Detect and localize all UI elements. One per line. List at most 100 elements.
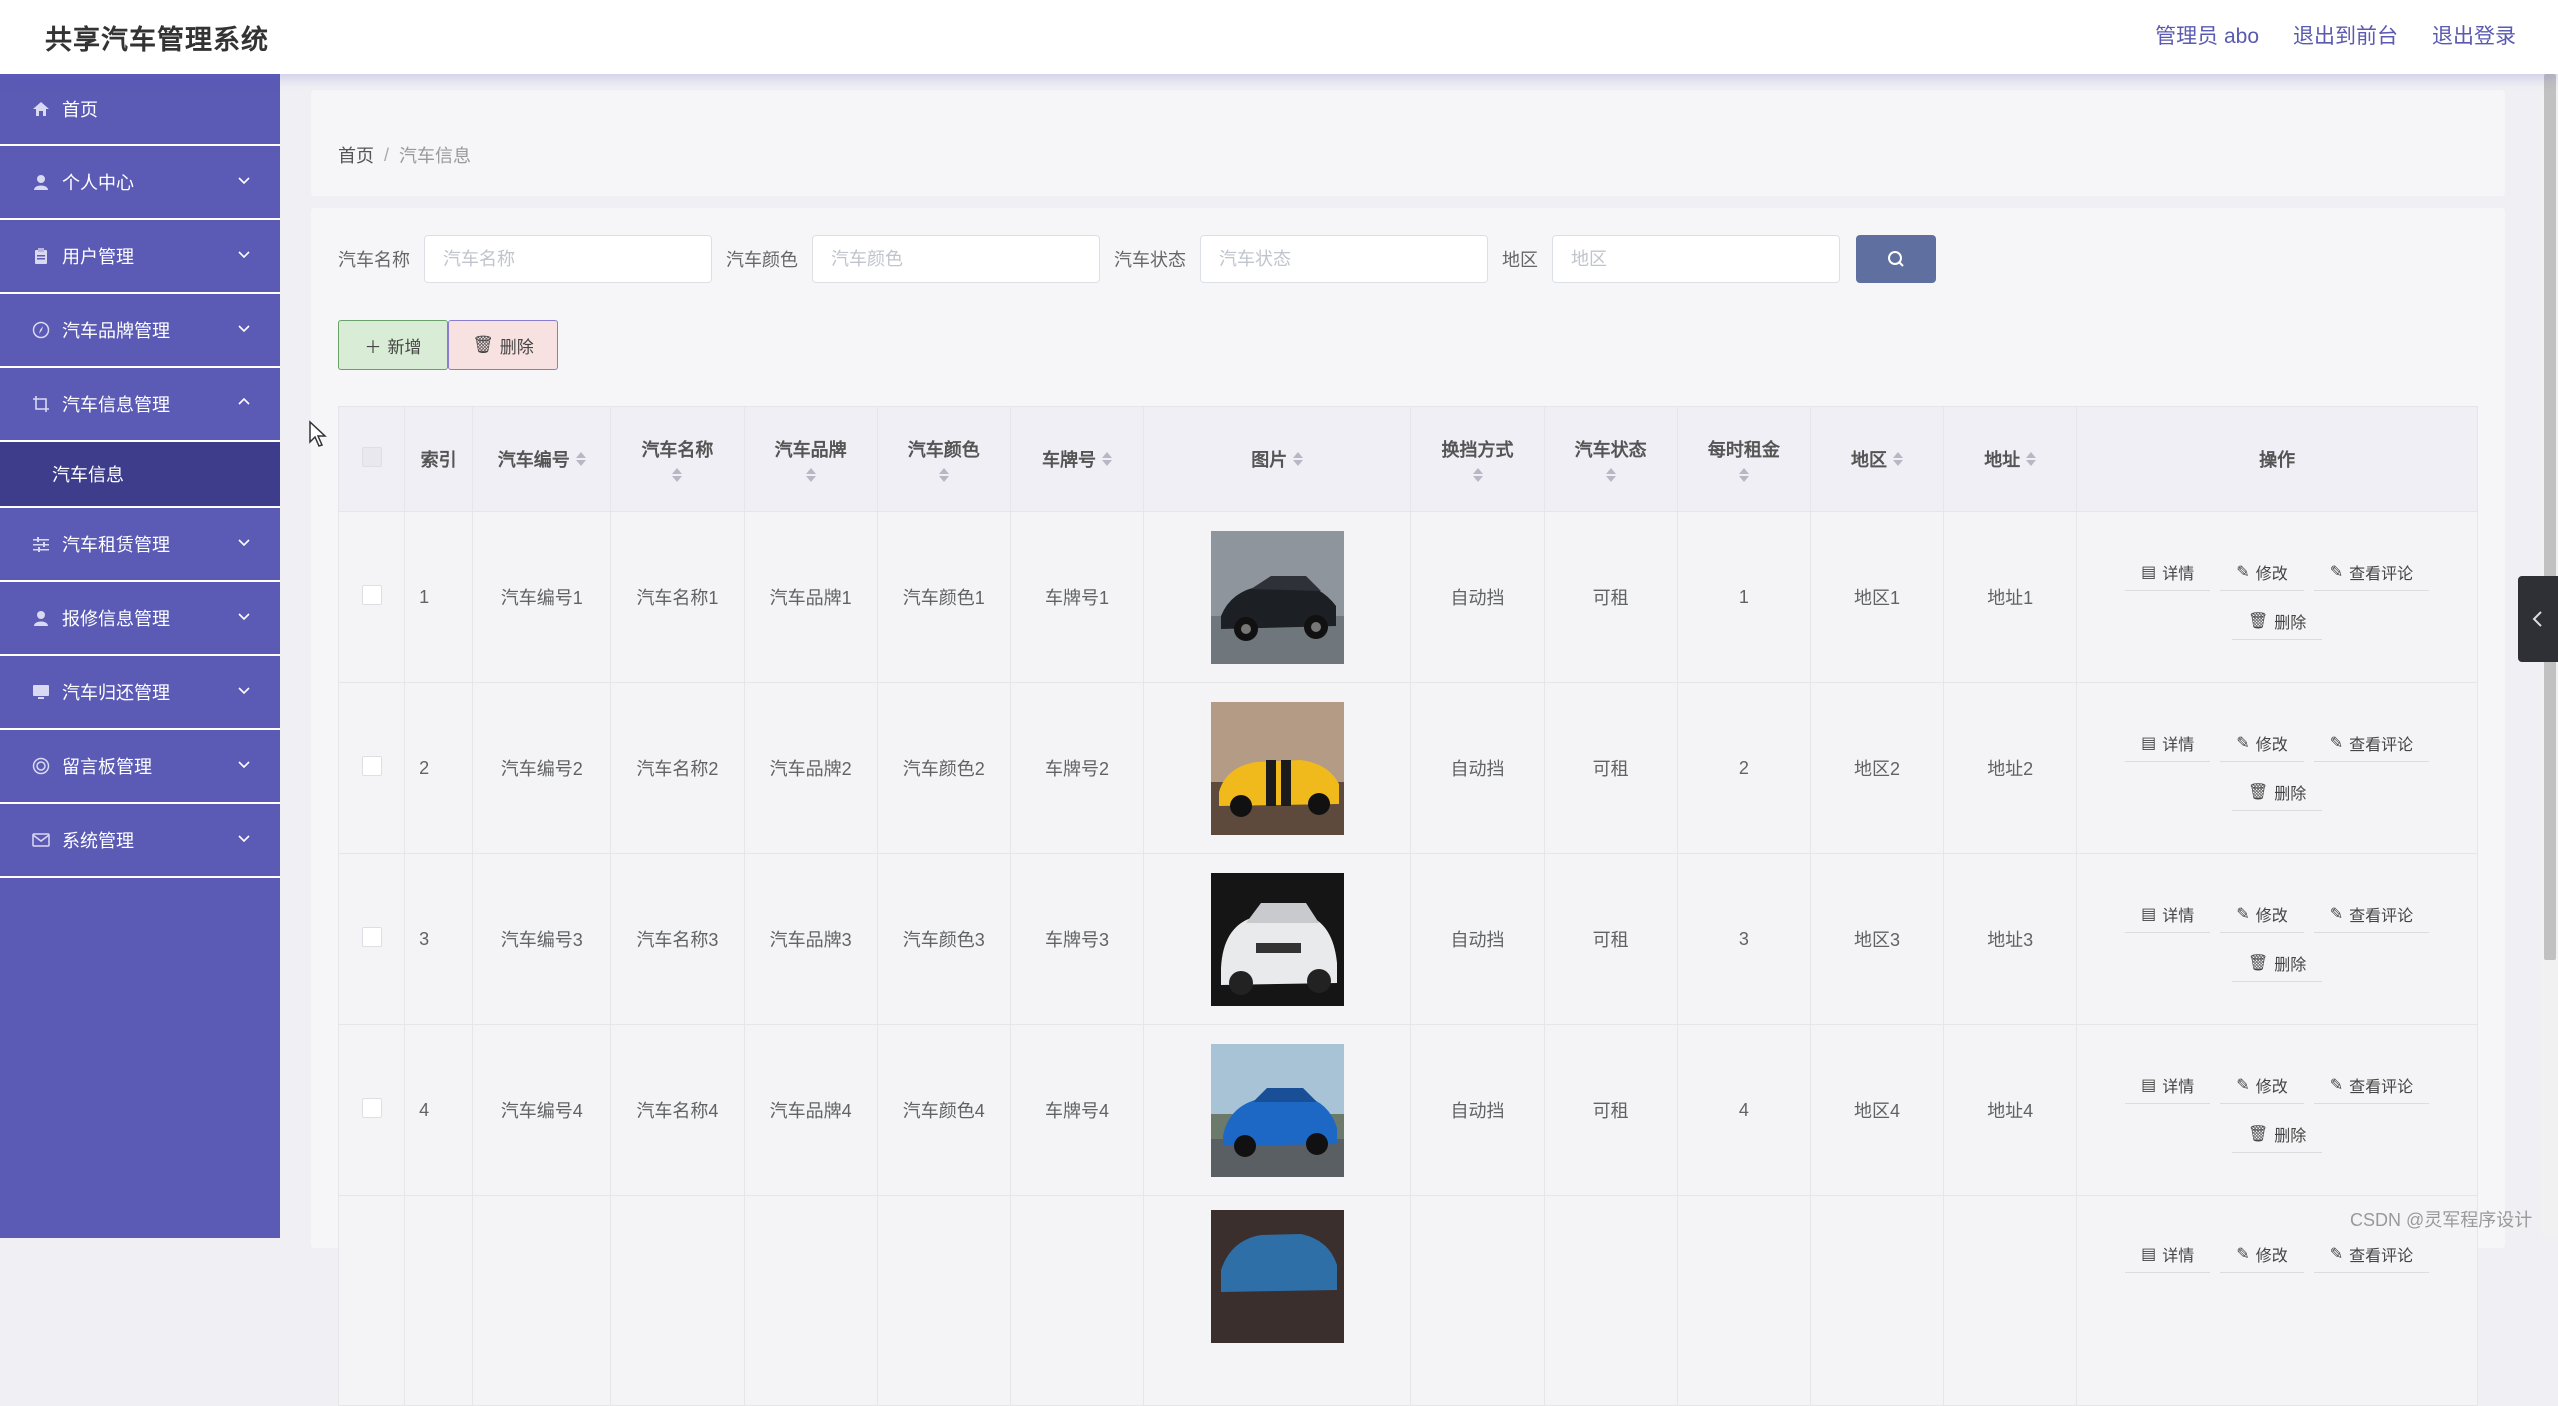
user-icon xyxy=(30,171,52,193)
sidebar-item-label: 系统管理 xyxy=(62,831,134,851)
cell-address: 地址1 xyxy=(1943,511,2078,683)
cell-rent: 3 xyxy=(1676,853,1811,1025)
header-label: 汽车状态 xyxy=(1574,440,1647,460)
search-button[interactable] xyxy=(1856,235,1936,283)
row-checkbox-cell xyxy=(337,511,406,683)
sort-icon[interactable] xyxy=(1738,468,1749,482)
content-card: 汽车名称 汽车颜色 汽车状态 地区 ＋ 新增 🗑 删除 xyxy=(311,208,2505,1406)
cell-plate: 车牌号3 xyxy=(1009,853,1145,1025)
sidebar-item-message-board[interactable]: 留言板管理 xyxy=(0,730,280,804)
sort-icon[interactable] xyxy=(575,452,586,466)
view-comments-button[interactable]: ✎ 查看评论 xyxy=(2313,896,2430,933)
logout-link[interactable]: 退出登录 xyxy=(2432,20,2516,50)
sidebar-item-repair-management[interactable]: 报修信息管理 xyxy=(0,582,280,656)
edit-button[interactable]: ✎ 修改 xyxy=(2220,1236,2304,1273)
header-brand[interactable]: 汽车品牌 xyxy=(743,406,878,512)
sidebar-item-personal-center[interactable]: 个人中心 xyxy=(0,146,280,220)
row-delete-button[interactable]: 🗑 删除 xyxy=(2231,603,2323,640)
view-comments-button[interactable]: ✎ 查看评论 xyxy=(2313,1067,2430,1104)
edit-button[interactable]: ✎ 修改 xyxy=(2220,1067,2304,1104)
sort-icon[interactable] xyxy=(672,468,683,482)
op-label: 修改 xyxy=(2255,908,2288,925)
sort-icon[interactable] xyxy=(1293,452,1304,466)
view-comments-button[interactable]: ✎ 查看评论 xyxy=(2313,554,2430,591)
row-checkbox-cell xyxy=(337,1024,406,1196)
sort-icon[interactable] xyxy=(1605,468,1616,482)
header-region[interactable]: 地区 xyxy=(1809,406,1945,512)
batch-delete-button[interactable]: 🗑 删除 xyxy=(448,320,558,370)
exit-to-frontend-link[interactable]: 退出到前台 xyxy=(2293,20,2398,50)
row-checkbox[interactable] xyxy=(361,1097,382,1118)
sort-icon[interactable] xyxy=(1472,468,1483,482)
header-plate[interactable]: 车牌号 xyxy=(1009,406,1145,512)
car-status-input[interactable] xyxy=(1200,235,1488,283)
sidebar-item-brand-management[interactable]: 汽车品牌管理 xyxy=(0,294,280,368)
op-label: 删除 xyxy=(2274,957,2307,974)
header-car-name[interactable]: 汽车名称 xyxy=(610,406,745,512)
sidebar-item-car-info-management[interactable]: 汽车信息管理 xyxy=(0,368,280,442)
sidebar-item-system-management[interactable]: 系统管理 xyxy=(0,804,280,878)
header-color[interactable]: 汽车颜色 xyxy=(876,406,1011,512)
row-checkbox[interactable] xyxy=(361,584,382,605)
row-checkbox[interactable] xyxy=(361,755,382,776)
row-delete-button[interactable]: 🗑 删除 xyxy=(2231,1116,2323,1153)
edit-icon: ✎ xyxy=(2236,1246,2250,1263)
edit-button[interactable]: ✎ 修改 xyxy=(2220,725,2304,762)
view-comments-button[interactable]: ✎ 查看评论 xyxy=(2313,725,2430,762)
detail-button[interactable]: ▤ 详情 xyxy=(2125,896,2211,933)
row-delete-button[interactable]: 🗑 删除 xyxy=(2231,945,2323,982)
region-input[interactable] xyxy=(1552,235,1840,283)
row-checkbox[interactable] xyxy=(361,926,382,947)
cell-status: 可租 xyxy=(1543,682,1678,854)
add-button[interactable]: ＋ 新增 xyxy=(338,320,448,370)
select-all-checkbox[interactable] xyxy=(361,446,382,467)
search-label-car-color: 汽车颜色 xyxy=(726,250,798,270)
header-status[interactable]: 汽车状态 xyxy=(1543,406,1678,512)
edit-button[interactable]: ✎ 修改 xyxy=(2220,554,2304,591)
cell-color xyxy=(876,1195,1011,1406)
header-address[interactable]: 地址 xyxy=(1943,406,2078,512)
view-comments-button[interactable]: ✎ 查看评论 xyxy=(2313,1236,2430,1273)
op-label: 删除 xyxy=(2274,615,2307,632)
sort-icon[interactable] xyxy=(938,468,949,482)
submenu-item-car-info[interactable]: 汽车信息 xyxy=(0,442,280,508)
scrollbar-thumb[interactable] xyxy=(2544,74,2556,960)
detail-button[interactable]: ▤ 详情 xyxy=(2125,1067,2211,1104)
op-label: 详情 xyxy=(2162,1079,2195,1096)
breadcrumb-home[interactable]: 首页 xyxy=(338,142,374,168)
table-header-row: 索引 汽车编号 汽车名称 汽车品牌 汽车颜色 车牌号 图片 换挡方式 汽车状态 … xyxy=(337,406,2478,512)
cell-address xyxy=(1943,1195,2078,1406)
header-transmission[interactable]: 换挡方式 xyxy=(1410,406,1545,512)
row-delete-button[interactable]: 🗑 删除 xyxy=(2231,774,2323,811)
cell-brand: 汽车品牌1 xyxy=(743,511,878,683)
edit-button[interactable]: ✎ 修改 xyxy=(2220,896,2304,933)
watermark: CSDN @灵军程序设计 xyxy=(2350,1210,2533,1230)
sidebar-item-home[interactable]: 首页 xyxy=(0,74,280,146)
sort-icon[interactable] xyxy=(1893,452,1904,466)
header-car-no[interactable]: 汽车编号 xyxy=(472,406,612,512)
sidebar-item-rental-management[interactable]: 汽车租赁管理 xyxy=(0,508,280,582)
side-panel-toggle[interactable] xyxy=(2518,576,2558,662)
sort-icon[interactable] xyxy=(1101,452,1112,466)
header-label: 汽车名称 xyxy=(641,440,714,460)
admin-user-link[interactable]: 管理员 abo xyxy=(2155,20,2259,50)
table-row: ▤ 详情 ✎ 修改 ✎ 查看评论 xyxy=(337,1195,2478,1406)
sidebar-item-return-management[interactable]: 汽车归还管理 xyxy=(0,656,280,730)
car-color-input[interactable] xyxy=(812,235,1100,283)
cell-plate: 车牌号2 xyxy=(1009,682,1145,854)
header-rent[interactable]: 每时租金 xyxy=(1676,406,1811,512)
sort-icon[interactable] xyxy=(805,468,816,482)
header-ops: 操作 xyxy=(2076,406,2478,512)
header-image[interactable]: 图片 xyxy=(1143,406,1412,512)
row-operations: ▤ 详情 ✎ 修改 ✎ 查看评论 🗑 删除 xyxy=(2097,725,2457,811)
sort-icon[interactable] xyxy=(2026,452,2037,466)
detail-button[interactable]: ▤ 详情 xyxy=(2125,725,2211,762)
cell-car-name: 汽车名称3 xyxy=(610,853,745,1025)
op-label: 详情 xyxy=(2162,1248,2195,1265)
search-label-region: 地区 xyxy=(1502,250,1538,270)
sidebar-item-user-management[interactable]: 用户管理 xyxy=(0,220,280,294)
detail-button[interactable]: ▤ 详情 xyxy=(2125,1236,2211,1273)
detail-button[interactable]: ▤ 详情 xyxy=(2125,554,2211,591)
car-name-input[interactable] xyxy=(424,235,712,283)
cell-color: 汽车颜色3 xyxy=(876,853,1011,1025)
